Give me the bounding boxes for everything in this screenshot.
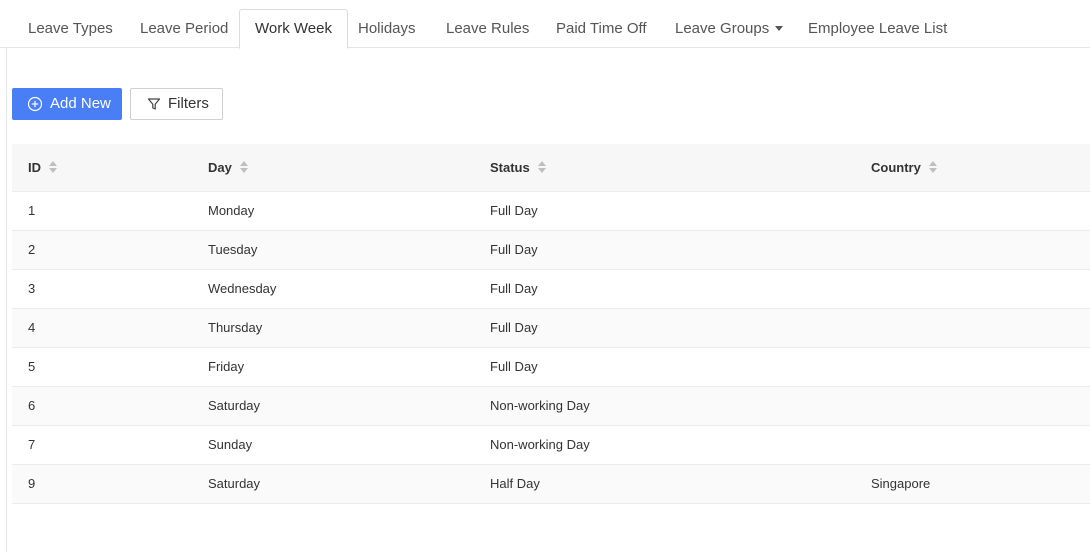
cell-day: Tuesday [208,242,258,257]
table-row[interactable]: 1 Monday Full Day [12,192,1090,231]
tab-holidays[interactable]: Holidays [343,9,431,48]
caret-down-icon [775,26,784,31]
cell-id: 9 [28,476,36,491]
filters-button[interactable]: Filters [130,88,223,120]
table-row[interactable]: 9 Saturday Half Day Singapore [12,465,1090,504]
cell-id: 7 [28,437,36,452]
table-row[interactable]: 2 Tuesday Full Day [12,231,1090,270]
add-new-button[interactable]: Add New [12,88,122,120]
tab-employee-leave-list[interactable]: Employee Leave List [793,9,962,48]
cell-day: Thursday [208,320,263,335]
sort-icon [928,161,937,173]
sort-icon [537,161,546,173]
plus-circle-icon [27,96,43,112]
cell-day: Wednesday [208,281,277,296]
tab-bar: Leave Types Leave Period Work Week Holid… [0,0,1090,49]
add-new-label: Add New [50,95,111,112]
work-week-table: ID Day Status Country 1 Monday Full Day … [12,144,1090,504]
cell-id: 6 [28,398,36,413]
tab-leave-groups-label: Leave Groups [675,20,770,37]
cell-id: 3 [28,281,36,296]
tab-leave-rules[interactable]: Leave Rules [431,9,544,48]
table-row[interactable]: 7 Sunday Non-working Day [12,426,1090,465]
column-header-status[interactable]: Status [490,144,546,192]
cell-country: Singapore [871,476,931,491]
cell-status: Full Day [490,320,538,335]
cell-day: Monday [208,203,255,218]
cell-status: Full Day [490,242,538,257]
cell-status: Non-working Day [490,437,590,452]
cell-day: Friday [208,359,245,374]
cell-status: Half Day [490,476,540,491]
tab-leave-period[interactable]: Leave Period [125,9,243,48]
cell-status: Full Day [490,281,538,296]
filters-label: Filters [168,95,209,112]
cell-id: 4 [28,320,36,335]
tab-leave-types[interactable]: Leave Types [13,9,128,48]
column-header-label: ID [28,160,41,175]
cell-id: 1 [28,203,36,218]
cell-day: Saturday [208,476,261,491]
column-header-day[interactable]: Day [208,144,248,192]
cell-day: Sunday [208,437,253,452]
cell-day: Saturday [208,398,261,413]
table-row[interactable]: 4 Thursday Full Day [12,309,1090,348]
table-header: ID Day Status Country [12,144,1090,192]
sort-icon [49,161,57,173]
tab-paid-time-off[interactable]: Paid Time Off [541,9,662,48]
cell-id: 5 [28,359,36,374]
column-header-label: Country [871,160,921,175]
sort-icon [239,161,248,173]
cell-status: Full Day [490,359,538,374]
cell-status: Non-working Day [490,398,590,413]
cell-status: Full Day [490,203,538,218]
cell-id: 2 [28,242,36,257]
column-header-country[interactable]: Country [871,144,937,192]
tab-work-week[interactable]: Work Week [239,9,348,49]
column-header-label: Day [208,160,232,175]
table-row[interactable]: 3 Wednesday Full Day [12,270,1090,309]
table-row[interactable]: 5 Friday Full Day [12,348,1090,387]
filter-icon [147,98,161,110]
tab-leave-groups[interactable]: Leave Groups [660,9,798,48]
table-row[interactable]: 6 Saturday Non-working Day [12,387,1090,426]
column-header-id[interactable]: ID [28,144,57,192]
column-header-label: Status [490,160,530,175]
